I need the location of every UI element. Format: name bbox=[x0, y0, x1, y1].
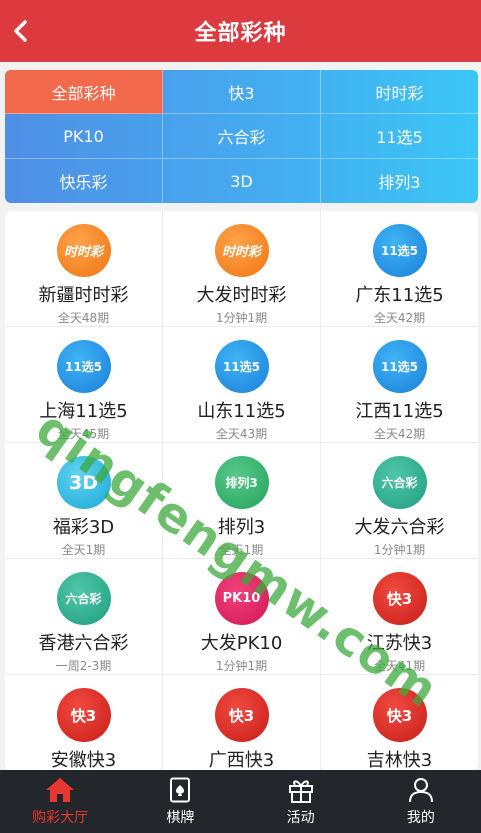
lottery-item[interactable]: 3D 福彩3D 全天1期 bbox=[5, 443, 163, 559]
tabbar-label: 我的 bbox=[406, 809, 435, 826]
back-button[interactable] bbox=[8, 18, 34, 44]
lottery-name: 广东11选5 bbox=[355, 285, 444, 306]
liuhecai-icon: 六合彩 bbox=[372, 456, 427, 509]
tabbar-item-mine[interactable]: 我的 bbox=[361, 770, 481, 833]
lottery-item[interactable]: 快3 江苏快3 全天41期 bbox=[321, 559, 478, 675]
lottery-name: 广西快3 bbox=[208, 750, 275, 770]
lottery-frequency: 全天43期 bbox=[215, 427, 268, 441]
kuai3-icon: 快3 bbox=[372, 688, 427, 742]
11xuan5-icon: 11选5 bbox=[56, 340, 111, 393]
lottery-item[interactable]: 快3 吉林快3 bbox=[321, 675, 478, 770]
shishicai-icon: 时时彩 bbox=[214, 224, 269, 277]
user-icon bbox=[408, 777, 433, 802]
lottery-item[interactable]: 时时彩 大发时时彩 1分钟1期 bbox=[163, 211, 321, 327]
lottery-name: 大发六合彩 bbox=[354, 517, 445, 538]
lottery-name: 福彩3D bbox=[52, 517, 115, 538]
lottery-name: 排列3 bbox=[217, 517, 266, 538]
tab-11xuan5[interactable]: 11选5 bbox=[321, 114, 478, 159]
pailie3-icon: 排列3 bbox=[214, 456, 269, 509]
3d-icon: 3D bbox=[56, 456, 111, 509]
tab-shishicai[interactable]: 时时彩 bbox=[321, 70, 478, 114]
lottery-name: 大发时时彩 bbox=[196, 285, 287, 306]
lottery-name: 江西11选5 bbox=[355, 401, 444, 422]
lottery-item[interactable]: PK10 大发PK10 1分钟1期 bbox=[163, 559, 321, 675]
tabbar-item-cards[interactable]: 棋牌 bbox=[120, 770, 240, 833]
tab-liuhecai[interactable]: 六合彩 bbox=[163, 114, 321, 159]
lottery-name: 香港六合彩 bbox=[38, 633, 129, 654]
app-header: 全部彩种 bbox=[0, 0, 481, 62]
lottery-frequency: 全天42期 bbox=[373, 427, 426, 441]
lottery-frequency: 全天1期 bbox=[61, 543, 106, 557]
tabbar-item-activity[interactable]: 活动 bbox=[241, 770, 361, 833]
kuai3-icon: 快3 bbox=[214, 688, 269, 742]
lottery-frequency: 全天41期 bbox=[373, 659, 426, 673]
lottery-item[interactable]: 六合彩 香港六合彩 一周2-3期 bbox=[5, 559, 163, 675]
lottery-item[interactable]: 时时彩 新疆时时彩 全天48期 bbox=[5, 211, 163, 327]
tab-pk10[interactable]: PK10 bbox=[5, 114, 163, 159]
tab-3d[interactable]: 3D bbox=[163, 159, 321, 203]
lottery-name: 安徽快3 bbox=[50, 750, 117, 770]
lottery-grid: 时时彩 新疆时时彩 全天48期 时时彩 大发时时彩 1分钟1期 11选5 广东1… bbox=[5, 211, 478, 770]
cards-icon bbox=[170, 777, 191, 802]
tabbar-label: 棋牌 bbox=[166, 809, 195, 826]
lottery-item[interactable]: 快3 广西快3 bbox=[163, 675, 321, 770]
11xuan5-icon: 11选5 bbox=[372, 340, 427, 393]
lottery-name: 上海11选5 bbox=[39, 401, 128, 422]
lottery-item[interactable]: 11选5 广东11选5 全天42期 bbox=[321, 211, 478, 327]
gift-icon bbox=[288, 779, 313, 803]
category-tabs: 全部彩种 快3 时时彩 PK10 六合彩 11选5 快乐彩 3D 排列3 bbox=[5, 70, 478, 203]
shishicai-icon: 时时彩 bbox=[56, 224, 111, 277]
lottery-frequency: 1分钟1期 bbox=[215, 311, 268, 325]
lottery-item[interactable]: 11选5 山东11选5 全天43期 bbox=[163, 327, 321, 443]
lottery-frequency: 1分钟1期 bbox=[373, 543, 426, 557]
home-icon bbox=[46, 777, 75, 802]
tabbar-item-lobby[interactable]: 购彩大厅 bbox=[0, 770, 120, 833]
lottery-frequency: 全天45期 bbox=[57, 427, 110, 441]
kuai3-icon: 快3 bbox=[372, 572, 427, 625]
lottery-frequency: 全天42期 bbox=[373, 311, 426, 325]
lottery-frequency: 一周2-3期 bbox=[55, 659, 112, 673]
lottery-frequency: 1分钟1期 bbox=[215, 659, 268, 673]
11xuan5-icon: 11选5 bbox=[372, 224, 427, 277]
lottery-item[interactable]: 11选5 江西11选5 全天42期 bbox=[321, 327, 478, 443]
lottery-item[interactable]: 排列3 排列3 全天1期 bbox=[163, 443, 321, 559]
lottery-frequency: 全天1期 bbox=[219, 543, 264, 557]
lottery-name: 新疆时时彩 bbox=[38, 285, 129, 306]
lottery-item[interactable]: 快3 安徽快3 bbox=[5, 675, 163, 770]
lottery-item[interactable]: 六合彩 大发六合彩 1分钟1期 bbox=[321, 443, 478, 559]
lottery-item[interactable]: 11选5 上海11选5 全天45期 bbox=[5, 327, 163, 443]
lottery-frequency: 全天48期 bbox=[57, 311, 110, 325]
pk10-icon: PK10 bbox=[214, 572, 269, 625]
tabbar-label: 活动 bbox=[286, 809, 315, 826]
lottery-name: 大发PK10 bbox=[200, 633, 283, 654]
kuai3-icon: 快3 bbox=[56, 688, 111, 742]
tab-all[interactable]: 全部彩种 bbox=[5, 70, 163, 114]
chevron-left-icon bbox=[14, 20, 27, 42]
lottery-name: 江苏快3 bbox=[366, 633, 433, 654]
page-title: 全部彩种 bbox=[194, 21, 287, 46]
11xuan5-icon: 11选5 bbox=[214, 340, 269, 393]
tabbar-label: 购彩大厅 bbox=[32, 809, 89, 826]
liuhecai-icon: 六合彩 bbox=[56, 572, 111, 625]
tab-pailie3[interactable]: 排列3 bbox=[321, 159, 478, 203]
tab-kuailecai[interactable]: 快乐彩 bbox=[5, 159, 163, 203]
lottery-name: 吉林快3 bbox=[366, 750, 433, 770]
tab-kuai3[interactable]: 快3 bbox=[163, 70, 321, 114]
lottery-name: 山东11选5 bbox=[197, 401, 286, 422]
bottom-tabbar: 购彩大厅 棋牌 活动 我的 bbox=[0, 770, 481, 833]
